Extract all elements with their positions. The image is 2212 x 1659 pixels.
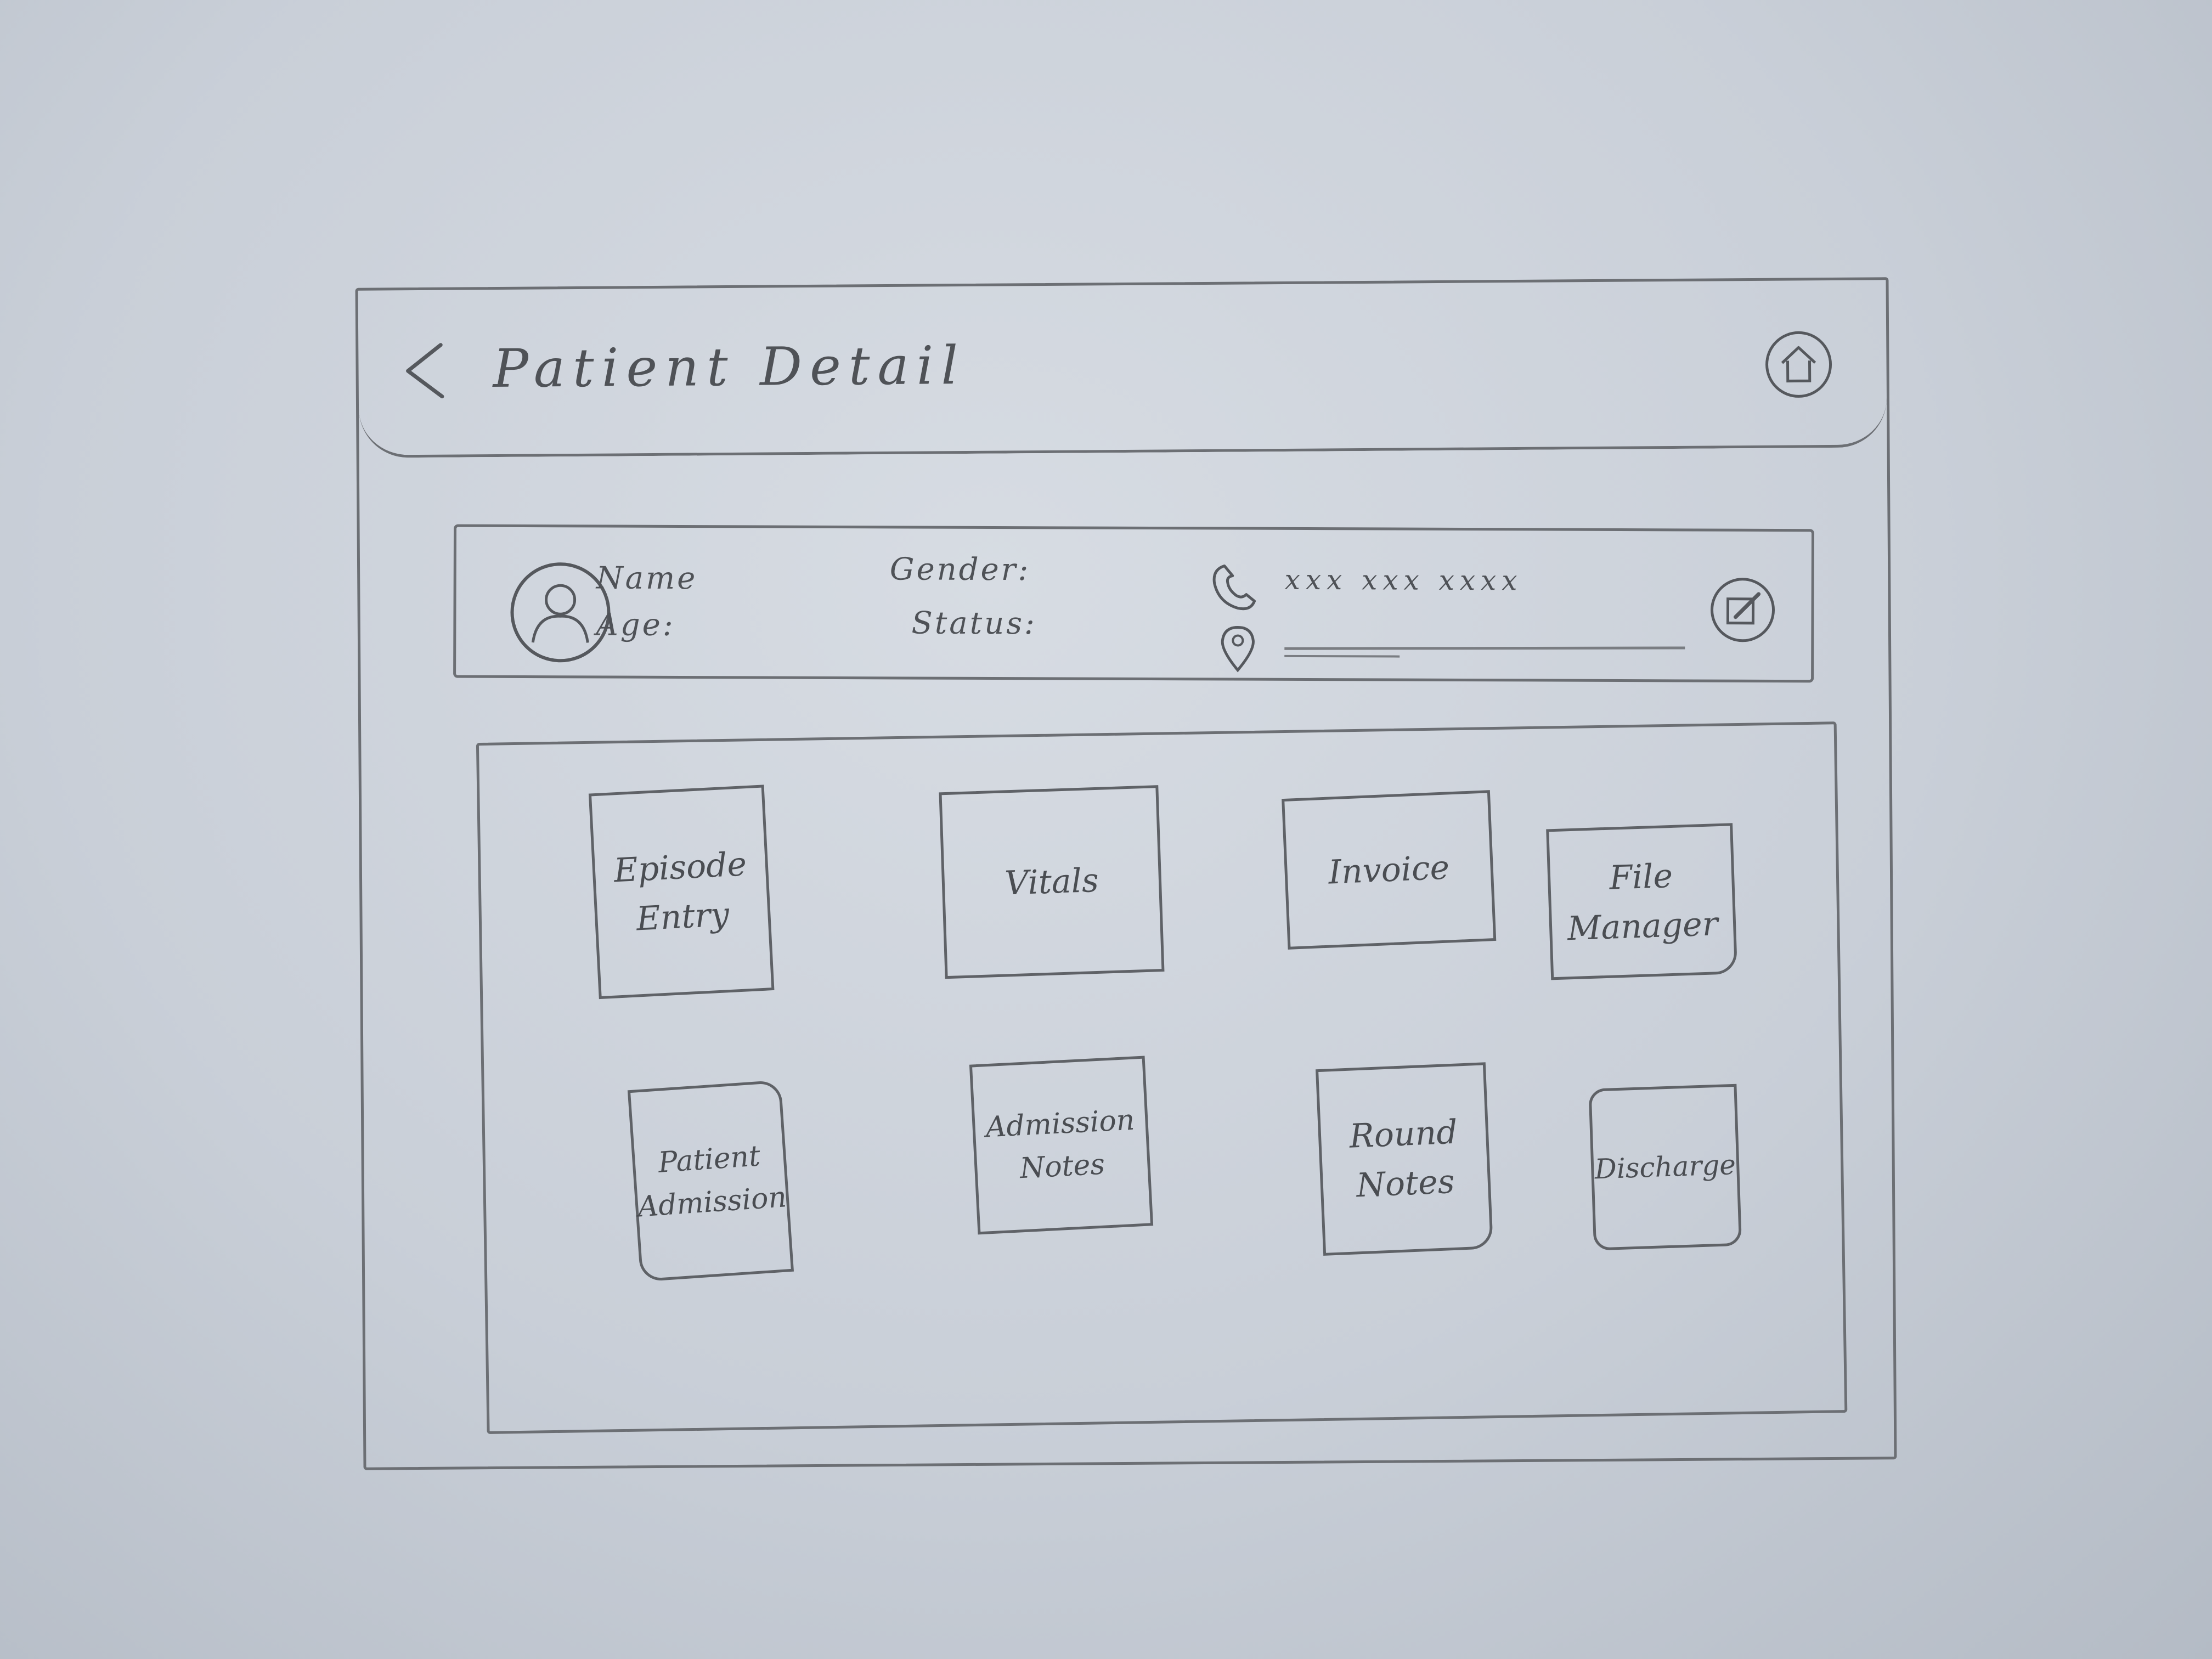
tile-label-line2: Notes [1355, 1162, 1455, 1205]
app-header: Patient Detail [358, 280, 1887, 458]
edit-icon [1711, 578, 1775, 642]
app-frame: Patient Detail Name Age: Gender: Status: [355, 277, 1897, 1470]
tile-label: File [1609, 856, 1674, 898]
tile-label: Vitals [1004, 861, 1099, 903]
tile-episode-entry[interactable]: Episode Entry [588, 785, 775, 1000]
tile-label: Admission [985, 1103, 1136, 1144]
patient-info-card: Name Age: Gender: Status: xxx xxx xxxx [453, 524, 1815, 683]
tile-vitals[interactable]: Vitals [939, 785, 1165, 979]
tile-label: Episode [613, 844, 748, 890]
page-title: Patient Detail [493, 335, 966, 400]
phone-number: xxx xxx xxxx [1284, 563, 1523, 597]
chevron-left-icon [406, 343, 444, 399]
address-line-short [1284, 654, 1400, 658]
tile-label-line2: Notes [1019, 1148, 1106, 1186]
tile-patient-admission[interactable]: Patient Admission [627, 1080, 794, 1282]
address-line [1284, 646, 1685, 650]
tile-label: Discharge [1594, 1148, 1736, 1186]
name-label: Name [596, 560, 698, 597]
phone-icon [1207, 556, 1268, 616]
home-button[interactable] [1763, 329, 1835, 400]
module-grid: Episode Entry Vitals Invoice File Manager … [476, 721, 1848, 1434]
tile-admission-notes[interactable]: Admission Notes [969, 1056, 1154, 1235]
status-label: Status: [911, 605, 1037, 642]
location-pin-icon [1216, 623, 1260, 673]
tile-invoice[interactable]: Invoice [1282, 790, 1497, 950]
home-icon [1765, 331, 1832, 398]
tile-file-manager[interactable]: File Manager [1546, 823, 1738, 980]
tile-label-line2: Entry [635, 895, 730, 938]
tile-label-line2: Manager [1566, 904, 1719, 948]
tile-label: Invoice [1327, 848, 1451, 892]
tile-round-notes[interactable]: Round Notes [1315, 1062, 1493, 1256]
gender-label: Gender: [889, 551, 1031, 588]
edit-button[interactable] [1707, 574, 1778, 646]
age-label: Age: [596, 607, 675, 643]
tile-discharge[interactable]: Discharge [1588, 1084, 1742, 1251]
back-button[interactable] [398, 340, 459, 401]
tile-label: Round [1348, 1113, 1458, 1156]
